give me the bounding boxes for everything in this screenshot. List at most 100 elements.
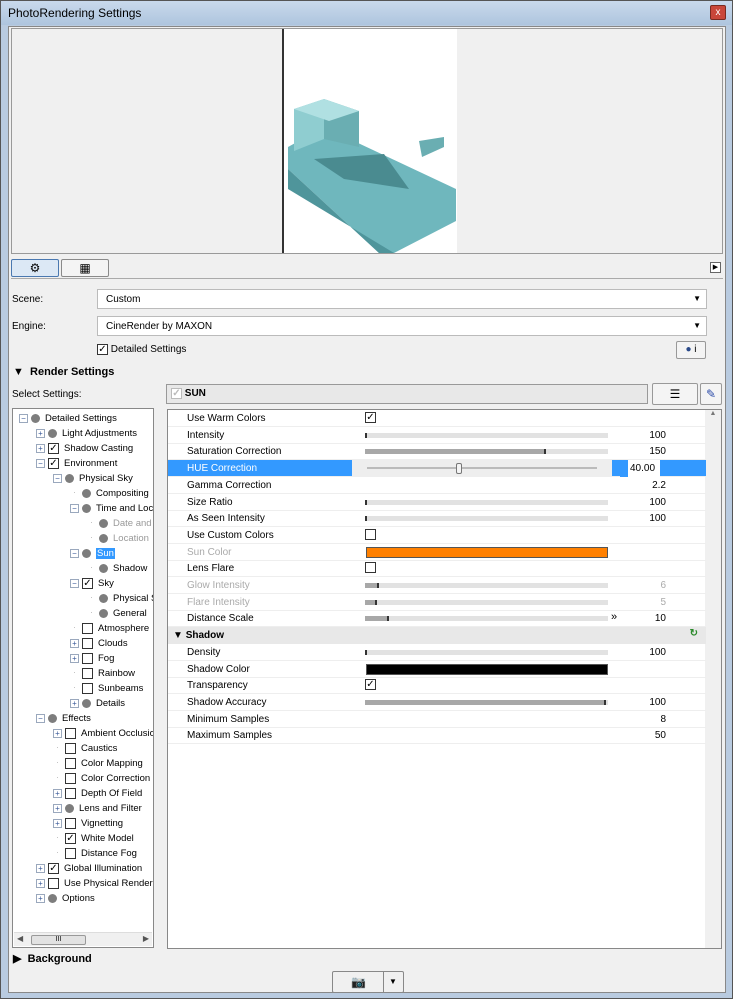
checkbox[interactable] [82,622,93,634]
expand-icon[interactable]: · [87,518,96,528]
tree-item[interactable]: − Time and Location [70,501,153,516]
detailed-settings-checkbox[interactable]: ✓ Detailed Settings [97,344,186,355]
expand-arrow-button[interactable]: ▶ [710,262,721,273]
tree-item[interactable]: + ✓ Global Illumination [36,861,142,876]
double-arrow-icon[interactable]: » [611,611,617,623]
checkbox[interactable] [65,742,76,754]
tree-item[interactable]: + Options [36,891,95,906]
tree-item[interactable]: · Sunbeams [70,681,143,696]
tree-item[interactable]: · Date and Time [87,516,153,531]
collapse-icon[interactable]: − [36,713,45,723]
expand-icon[interactable]: · [53,848,62,858]
engine-info-button[interactable]: ● i [676,341,706,359]
slider[interactable] [365,649,608,655]
shadow-group-header[interactable]: ▼ Shadow ↻ [168,627,706,645]
slider[interactable] [365,616,608,622]
expand-icon[interactable]: + [70,698,79,708]
checkbox[interactable] [65,787,76,799]
checkbox[interactable] [48,877,59,889]
value-field[interactable]: 40.00 [620,460,660,478]
tree-horizontal-scrollbar[interactable]: ◀ III ▶ [14,932,152,946]
expand-icon[interactable]: + [53,728,62,738]
list-view-button[interactable]: ☰ [652,383,698,405]
tree-item[interactable]: · Shadow [87,561,147,576]
color-swatch[interactable] [366,546,608,558]
tree-item[interactable]: · Color Mapping [53,756,143,771]
tree-item[interactable]: · Atmosphere [70,621,149,636]
tree-item[interactable]: + Ambient Occlusion [53,726,153,741]
expand-icon[interactable]: + [36,863,45,873]
expand-icon[interactable]: + [36,443,45,453]
tab-settings[interactable]: ⚙ [11,259,59,277]
tree-item[interactable]: + Vignetting [53,816,123,831]
checkbox[interactable] [65,727,76,739]
tree-item[interactable]: · Caustics [53,741,117,756]
property-vertical-scrollbar[interactable]: ▲ [705,410,721,948]
tree-item[interactable]: − ✓ Environment [36,456,117,471]
render-settings-header[interactable]: ▼ Render Settings [13,366,114,378]
checkbox[interactable] [82,667,93,679]
collapse-icon[interactable]: − [53,473,62,483]
tree-item[interactable]: · Rainbow [70,666,135,681]
color-swatch[interactable] [366,663,608,675]
slider[interactable] [365,599,608,605]
collapse-icon[interactable]: − [70,578,79,588]
close-button[interactable]: x [710,5,726,20]
expand-icon[interactable]: · [53,758,62,768]
checkbox[interactable] [365,562,376,574]
slider-thumb[interactable] [456,463,462,475]
checkbox[interactable]: ✓ [365,679,376,691]
collapse-icon[interactable]: − [70,548,79,558]
tab-size[interactable]: ▦ [61,259,109,277]
checkbox[interactable] [65,817,76,829]
tree-item[interactable]: + Details [70,696,125,711]
expand-icon[interactable]: + [53,803,62,813]
tree-item[interactable]: + Lens and Filter [53,801,142,816]
checkbox[interactable]: ✓ [65,832,76,844]
collapse-icon[interactable]: − [36,458,45,468]
expand-icon[interactable]: · [70,683,79,693]
tree-item[interactable]: · General [87,606,147,621]
slider[interactable] [365,499,608,505]
expand-icon[interactable]: + [53,788,62,798]
tree-item[interactable]: − ✓ Sky [70,576,114,591]
expand-icon[interactable]: + [36,878,45,888]
engine-dropdown[interactable]: CineRender by MAXON ▼ [97,316,707,336]
checkbox[interactable]: ✓ [48,442,59,454]
expand-icon[interactable]: + [70,653,79,663]
chevron-down-icon[interactable]: ▼ [389,977,397,986]
tree-item[interactable]: · Distance Fog [53,846,137,861]
expand-icon[interactable]: · [70,668,79,678]
expand-icon[interactable]: + [53,818,62,828]
slider[interactable] [365,449,608,455]
checkbox[interactable]: ✓ [48,457,59,469]
checkbox[interactable] [365,528,376,540]
reset-icon[interactable]: ↻ [690,628,698,639]
tree-item[interactable]: · Compositing [70,486,149,501]
slider[interactable] [352,460,612,478]
expand-icon[interactable]: + [70,638,79,648]
tree-item[interactable]: + Depth Of Field [53,786,142,801]
scroll-thumb[interactable]: III [31,935,86,945]
collapse-icon[interactable]: − [70,503,79,513]
expand-icon[interactable]: · [70,623,79,633]
tree-item[interactable]: + Clouds [70,636,128,651]
tree-item[interactable]: + ✓ Shadow Casting [36,441,133,456]
expand-icon[interactable]: + [36,428,45,438]
scene-dropdown[interactable]: Custom ▼ [97,289,707,309]
render-button[interactable]: 📷 ▼ [332,971,404,993]
tree-item[interactable]: · Physical Sky [87,591,153,606]
tree-item[interactable]: − Effects [36,711,91,726]
expand-icon[interactable]: · [87,533,96,543]
tree-item[interactable]: − Sun [70,546,115,561]
checkbox[interactable]: ✓ [365,412,376,423]
checkbox[interactable] [82,652,93,664]
expand-icon[interactable]: · [87,563,96,573]
checkbox[interactable]: ✓ [97,344,108,355]
expand-icon[interactable]: · [53,743,62,753]
checkbox[interactable] [65,757,76,769]
expand-icon[interactable]: · [70,488,79,498]
checkbox[interactable] [82,637,93,649]
tree-item[interactable]: · Color Correction [53,771,150,786]
settings-tree[interactable]: ◀ III ▶ − Detailed Settings + Light Adjustmen… [12,408,154,948]
